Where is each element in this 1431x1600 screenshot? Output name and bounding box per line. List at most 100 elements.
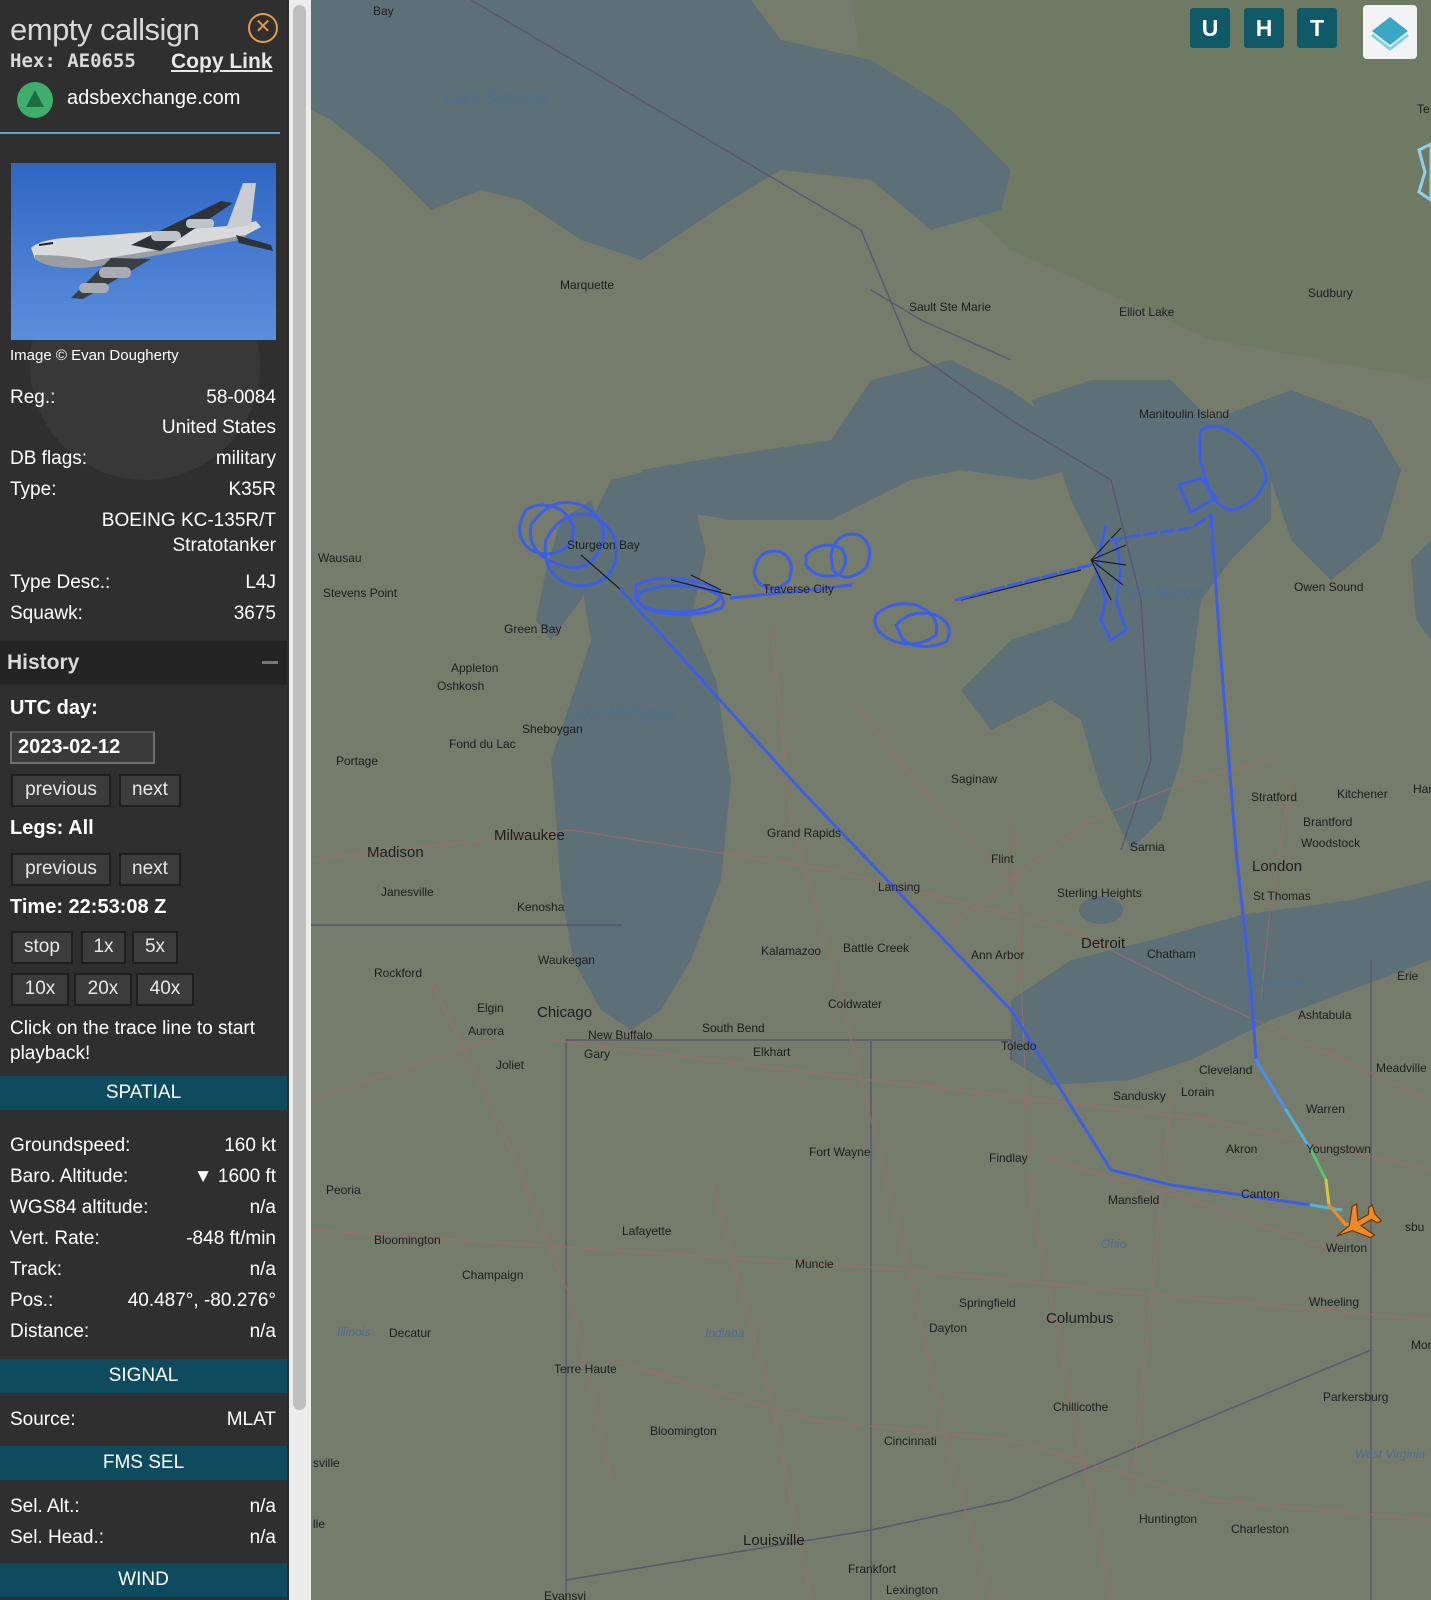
day-previous-button[interactable]: previous <box>11 774 111 807</box>
map-label: Columbus <box>1046 1310 1114 1327</box>
position-value: 40.487°, -80.276° <box>127 1290 276 1311</box>
map-label: Sterling Heights <box>1057 886 1142 900</box>
map-label: Kenosha <box>517 900 565 914</box>
history-header[interactable]: History <box>0 641 287 685</box>
map-label: London <box>1252 858 1303 875</box>
history-title: History <box>7 651 80 674</box>
map-label: Green Bay <box>504 622 562 636</box>
water-label: Lake Huron <box>1114 583 1202 602</box>
toggle-h-button[interactable]: H <box>1244 8 1284 48</box>
layers-icon <box>1371 17 1409 51</box>
map-label: Sarnia <box>1130 840 1165 854</box>
sel-head-label: Sel. Head.: <box>10 1527 104 1548</box>
map-label: Bay <box>373 4 394 18</box>
map-label: Evansvi <box>544 1589 587 1600</box>
layers-button[interactable] <box>1363 5 1417 59</box>
speed-1x-button[interactable]: 1x <box>81 931 126 964</box>
scrollbar-thumb[interactable] <box>293 5 306 1410</box>
map-label: sville <box>313 1456 340 1470</box>
collapse-icon[interactable] <box>262 661 278 664</box>
map-label: Gary <box>584 1047 611 1061</box>
playback-hint: Click on the trace line to start playbac… <box>10 1018 255 1064</box>
leg-next-button[interactable]: next <box>119 853 181 886</box>
map-label: Portage <box>336 754 379 768</box>
map-label: Marquette <box>560 278 615 292</box>
distance-value: n/a <box>249 1321 276 1342</box>
stop-button[interactable]: stop <box>11 931 73 964</box>
sidebar-scrollbar[interactable] <box>289 0 311 1600</box>
map-label: Joliet <box>496 1058 525 1072</box>
leg-previous-button[interactable]: previous <box>11 853 111 886</box>
map-label: Janesville <box>381 885 434 899</box>
speed-20x-button[interactable]: 20x <box>74 973 132 1006</box>
water-label: Lake Superior <box>444 88 550 107</box>
map-label: Flint <box>991 852 1014 866</box>
aircraft-photo[interactable] <box>11 163 276 340</box>
utc-day-input[interactable]: 2023-02-12 <box>10 731 155 764</box>
dbflags-value: military <box>215 448 276 469</box>
map-label: Stevens Point <box>323 586 398 600</box>
map-label: Elliot Lake <box>1119 305 1175 319</box>
map-label: Illinois <box>337 1325 371 1339</box>
map-label: Fort Wayne <box>809 1145 871 1159</box>
toggle-t-button[interactable]: T <box>1297 8 1337 48</box>
map-label: Charleston <box>1231 1522 1290 1536</box>
map-label: Brantford <box>1303 815 1353 829</box>
map-label: Chatham <box>1147 947 1196 961</box>
speed-5x-button[interactable]: 5x <box>132 931 178 964</box>
speed-40x-button[interactable]: 40x <box>136 973 194 1006</box>
map-label: lle <box>313 1517 326 1531</box>
map-label: Battle Creek <box>843 941 910 955</box>
section-signal[interactable]: SIGNAL <box>0 1359 287 1393</box>
day-next-button[interactable]: next <box>119 774 181 807</box>
map-label: Oshkosh <box>437 679 485 693</box>
type-label: Type: <box>10 479 57 500</box>
map-label: Te <box>1417 102 1430 116</box>
toggle-u-button[interactable]: U <box>1190 8 1230 48</box>
wgs84-altitude-label: WGS84 altitude: <box>10 1197 149 1218</box>
position-label: Pos.: <box>10 1290 54 1311</box>
map-label: Cincinnati <box>884 1434 937 1448</box>
map-label: Peoria <box>326 1183 361 1197</box>
map-label: Lafayette <box>622 1224 672 1238</box>
map-label: Muncie <box>795 1257 834 1271</box>
map-label: Kalamazoo <box>761 944 822 958</box>
hex-code: Hex: AE0655 <box>10 50 136 72</box>
close-icon[interactable]: ✕ <box>248 13 278 43</box>
country-value: United States <box>161 417 276 438</box>
speed-10x-button[interactable]: 10x <box>11 973 69 1006</box>
vert-rate-value: -848 ft/min <box>186 1228 276 1249</box>
reg-label: Reg.: <box>10 387 56 408</box>
map-label: Traverse City <box>763 582 834 596</box>
map-label: Waukegan <box>538 953 595 967</box>
map-label: Ann Arbor <box>971 948 1025 962</box>
section-fms-sel[interactable]: FMS SEL <box>0 1446 287 1480</box>
reg-value: 58-0084 <box>206 387 276 408</box>
water-label: Lake Michigan <box>566 703 676 722</box>
section-spatial[interactable]: SPATIAL <box>0 1076 287 1110</box>
map-label: Sheboygan <box>522 722 583 736</box>
map-label: Decatur <box>389 1326 432 1340</box>
copy-link[interactable]: Copy Link <box>171 50 273 74</box>
squawk-label: Squawk: <box>10 603 83 624</box>
type-name-line-2: Stratotanker <box>172 535 277 556</box>
map-label: St Thomas <box>1253 889 1311 903</box>
map-label: Mansfield <box>1108 1193 1160 1207</box>
map-label: Owen Sound <box>1294 580 1364 594</box>
map-label: Weirton <box>1326 1241 1368 1255</box>
section-wind[interactable]: WIND <box>0 1563 287 1597</box>
map-label: Rockford <box>374 966 423 980</box>
map-label: Sturgeon Bay <box>567 538 640 552</box>
map-label: Parkersburg <box>1323 1390 1389 1404</box>
map-label: Toledo <box>1001 1039 1037 1053</box>
hex-label: Hex: <box>10 50 56 72</box>
source-site-link[interactable]: adsbexchange.com <box>67 87 240 110</box>
sel-alt-value: n/a <box>249 1496 276 1517</box>
map-label: Indiana <box>705 1326 745 1340</box>
adsbexchange-logo-icon[interactable] <box>17 82 53 118</box>
map-label: Grand Rapids <box>767 826 842 840</box>
track-value: n/a <box>249 1259 276 1280</box>
map-view[interactable]: Lake Superior Lake Michigan Lake Huron L… <box>311 0 1431 1600</box>
map-label: Ohio <box>1101 1237 1127 1251</box>
map-label: Lorain <box>1181 1085 1215 1099</box>
